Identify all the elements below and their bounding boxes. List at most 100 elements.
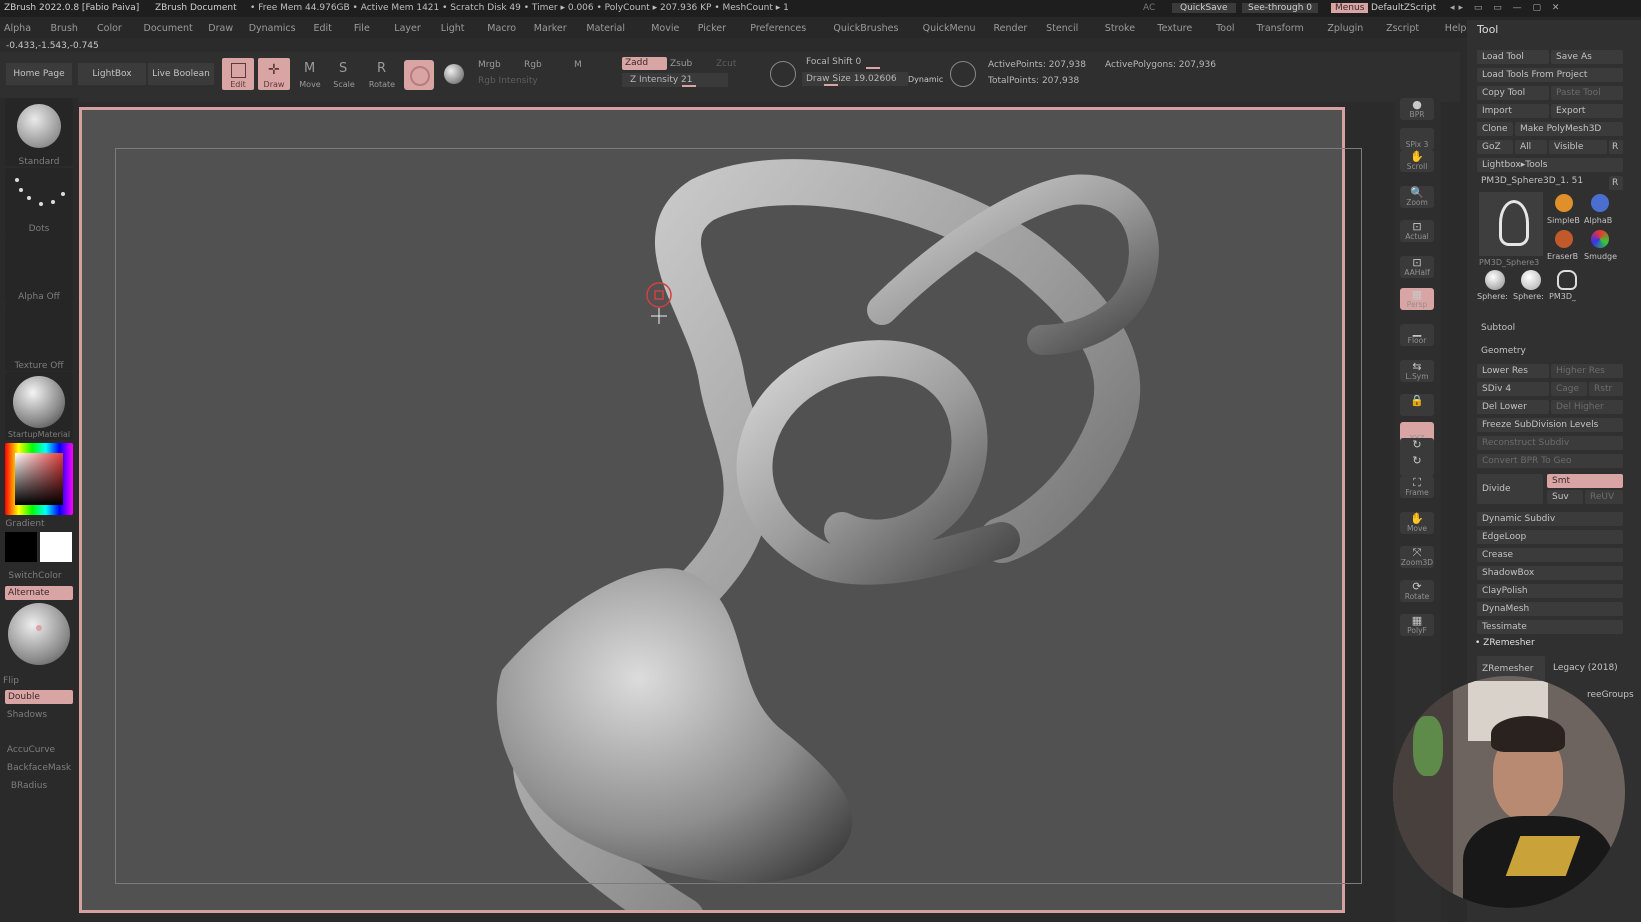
- focal-shift-slider[interactable]: Focal Shift 0: [802, 55, 942, 69]
- goz-all-button[interactable]: All: [1515, 140, 1547, 154]
- convert-bpr-button[interactable]: Convert BPR To Geo: [1477, 454, 1623, 468]
- z-intensity-slider[interactable]: Z Intensity 21: [622, 73, 728, 87]
- sphere-tool-2-icon[interactable]: [1521, 270, 1541, 290]
- menu-transform[interactable]: Transform: [1257, 23, 1304, 34]
- menu-render[interactable]: Render: [994, 23, 1028, 34]
- dynamic-subdiv-section[interactable]: Dynamic Subdiv: [1477, 512, 1623, 526]
- menu-file[interactable]: File: [354, 23, 370, 34]
- rstr-button[interactable]: Rstr: [1589, 382, 1623, 396]
- main-color-swatch[interactable]: [5, 532, 37, 562]
- floor-button[interactable]: ▁ Floor: [1400, 324, 1434, 346]
- menu-picker[interactable]: Picker: [698, 23, 726, 34]
- menu-color[interactable]: Color: [97, 23, 122, 34]
- paste-tool-button[interactable]: Paste Tool: [1551, 86, 1623, 100]
- menu-stencil[interactable]: Stencil: [1046, 23, 1078, 34]
- secondary-color-swatch[interactable]: [40, 532, 72, 562]
- edgeloop-section[interactable]: EdgeLoop: [1477, 530, 1623, 544]
- subtool-section[interactable]: Subtool: [1481, 323, 1515, 333]
- lightbox-tools-button[interactable]: Lightbox▸Tools: [1477, 158, 1623, 172]
- see-through-slider[interactable]: See-through 0: [1242, 3, 1318, 13]
- current-tool-slider[interactable]: PM3D_Sphere3D_1. 51: [1481, 176, 1583, 186]
- dynamesh-section[interactable]: DynaMesh: [1477, 602, 1623, 616]
- frame-button[interactable]: ⛶ Frame: [1400, 476, 1434, 498]
- zoom-button[interactable]: 🔍 Zoom: [1400, 186, 1434, 208]
- menu-stroke[interactable]: Stroke: [1105, 23, 1135, 34]
- load-tool-button[interactable]: Load Tool: [1477, 50, 1549, 64]
- quicksave-button[interactable]: QuickSave: [1172, 3, 1236, 13]
- dynamic-size-icon[interactable]: [950, 61, 976, 87]
- menu-dynamics[interactable]: Dynamics: [249, 23, 296, 34]
- draw-size-slider[interactable]: Draw Size 19.02606: [802, 72, 908, 86]
- double-toggle[interactable]: Double: [5, 690, 73, 704]
- tessimate-section[interactable]: Tessimate: [1477, 620, 1623, 634]
- menu-quickbrushes[interactable]: QuickBrushes: [833, 23, 898, 34]
- menu-zplugin[interactable]: Zplugin: [1327, 23, 1363, 34]
- polyf-button[interactable]: ▦ PolyF: [1400, 614, 1434, 636]
- menu-marker[interactable]: Marker: [534, 23, 567, 34]
- alternate-toggle[interactable]: Alternate: [5, 586, 73, 600]
- color-picker[interactable]: [5, 443, 73, 515]
- shelf-9-button[interactable]: 🔒: [1400, 394, 1434, 416]
- crease-section[interactable]: Crease: [1477, 548, 1623, 562]
- mrgb-button[interactable]: Mrgb: [478, 60, 501, 70]
- zadd-button[interactable]: Zadd: [622, 57, 667, 70]
- copy-tool-button[interactable]: Copy Tool: [1477, 86, 1549, 100]
- cage-button[interactable]: Cage: [1551, 382, 1587, 396]
- make-polymesh-button[interactable]: Make PolyMesh3D: [1515, 122, 1623, 136]
- menu-tool[interactable]: Tool: [1216, 23, 1234, 34]
- goz-button[interactable]: GoZ: [1477, 140, 1513, 154]
- shelf-12-button[interactable]: ↻: [1400, 454, 1434, 476]
- zoom3d-button[interactable]: ⤧ Zoom3D: [1400, 546, 1434, 568]
- legacy-toggle[interactable]: Legacy (2018): [1553, 663, 1618, 673]
- bpr-button[interactable]: ● BPR: [1400, 98, 1434, 120]
- zcut-button[interactable]: Zcut: [716, 59, 736, 69]
- material-mode-button[interactable]: [404, 60, 434, 90]
- smudgebrush-icon[interactable]: [1591, 230, 1609, 248]
- del-lower-button[interactable]: Del Lower: [1477, 400, 1549, 414]
- eraserbrush-icon[interactable]: [1555, 230, 1573, 248]
- draw-button[interactable]: ✛ Draw: [258, 58, 290, 90]
- spix-3-button[interactable]: SPix 3: [1400, 128, 1434, 150]
- suv-toggle[interactable]: Suv: [1547, 490, 1583, 504]
- l-sym-button[interactable]: ⇆ L.Sym: [1400, 360, 1434, 382]
- menu-light[interactable]: Light: [441, 23, 465, 34]
- export-button[interactable]: Export: [1551, 104, 1623, 118]
- light-sphere[interactable]: [8, 603, 70, 665]
- bradius-toggle[interactable]: BRadius: [0, 781, 68, 791]
- rotate-button[interactable]: ⟳ Rotate: [1400, 580, 1434, 602]
- shadows-toggle[interactable]: Shadows: [0, 710, 66, 720]
- menu-help[interactable]: Help: [1445, 23, 1467, 34]
- menu-texture[interactable]: Texture: [1157, 23, 1192, 34]
- goz-visible-button[interactable]: Visible: [1549, 140, 1607, 154]
- accucurve-toggle[interactable]: AccuCurve: [0, 745, 70, 755]
- menu-brush[interactable]: Brush: [51, 23, 78, 34]
- menu-material[interactable]: Material: [586, 23, 625, 34]
- menu-preferences[interactable]: Preferences: [750, 23, 806, 34]
- shadowbox-section[interactable]: ShadowBox: [1477, 566, 1623, 580]
- switchcolor-button[interactable]: SwitchColor: [0, 571, 74, 581]
- scale-button[interactable]: S Scale: [328, 58, 360, 90]
- rotate-button[interactable]: R Rotate: [366, 58, 398, 90]
- lightbox-button[interactable]: LightBox: [78, 63, 146, 85]
- default-zscript-button[interactable]: DefaultZScript: [1371, 3, 1436, 13]
- sphere-material-button[interactable]: [440, 60, 470, 90]
- rgb-button[interactable]: Rgb: [524, 60, 542, 70]
- menu-macro[interactable]: Macro: [487, 23, 516, 34]
- zsub-button[interactable]: Zsub: [670, 59, 692, 69]
- actual-button[interactable]: ⊡ Actual: [1400, 220, 1434, 242]
- load-tools-from-project-button[interactable]: Load Tools From Project: [1477, 68, 1623, 82]
- menu-movie[interactable]: Movie: [651, 23, 679, 34]
- brush-slot[interactable]: [5, 98, 73, 166]
- menu-edit[interactable]: Edit: [314, 23, 332, 34]
- edit-button[interactable]: Edit: [222, 58, 254, 90]
- lower-res-button[interactable]: Lower Res: [1477, 364, 1549, 378]
- simplebrush-icon[interactable]: [1555, 194, 1573, 212]
- zremesher-section[interactable]: • ZRemesher: [1475, 638, 1535, 648]
- reconstruct-subdiv-button[interactable]: Reconstruct Subdiv: [1477, 436, 1623, 450]
- home-page-button[interactable]: Home Page: [6, 63, 72, 85]
- menus-toggle[interactable]: Menus: [1331, 3, 1369, 13]
- freegroups-toggle[interactable]: reeGroups: [1587, 690, 1634, 700]
- aahalf-button[interactable]: ⊡ AAHalf: [1400, 256, 1434, 278]
- scroll-button[interactable]: ✋ Scroll: [1400, 150, 1434, 172]
- clone-button[interactable]: Clone: [1477, 122, 1513, 136]
